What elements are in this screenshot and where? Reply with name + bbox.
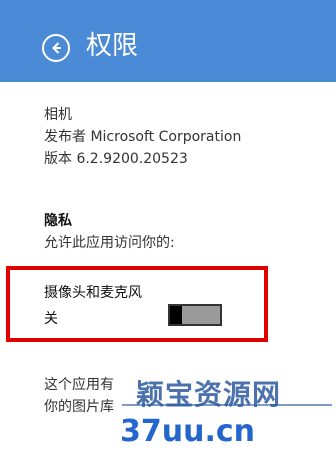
bottom-line-1: 这个应用有 xyxy=(44,377,114,393)
bottom-text: 这个应用有 你的图片库 xyxy=(44,374,114,418)
header: 权限 xyxy=(0,0,336,82)
privacy-description: 允许此应用访问你的: xyxy=(44,235,175,251)
page-title: 权限 xyxy=(86,31,139,61)
toggle-knob xyxy=(170,306,182,324)
app-name: 相机 xyxy=(44,107,72,123)
highlight-box xyxy=(6,266,268,342)
watermark-url: 37uu.cn xyxy=(120,414,255,449)
bottom-line-2: 你的图片库 xyxy=(44,399,114,415)
privacy-title: 隐私 xyxy=(44,213,72,229)
camera-mic-state: 关 xyxy=(44,311,58,327)
publisher: 发布者 Microsoft Corporation xyxy=(44,129,242,145)
watermark-line xyxy=(122,404,332,406)
version: 版本 6.2.9200.20523 xyxy=(44,151,188,167)
back-button[interactable] xyxy=(42,34,70,62)
camera-mic-label: 摄像头和麦克风 xyxy=(44,285,142,301)
app-info: 相机 发布者 Microsoft Corporation 版本 6.2.9200… xyxy=(44,104,241,170)
camera-mic-toggle[interactable] xyxy=(168,304,222,326)
watermark-text: 颖宝资源网 xyxy=(136,378,282,411)
back-arrow-icon xyxy=(52,42,61,54)
